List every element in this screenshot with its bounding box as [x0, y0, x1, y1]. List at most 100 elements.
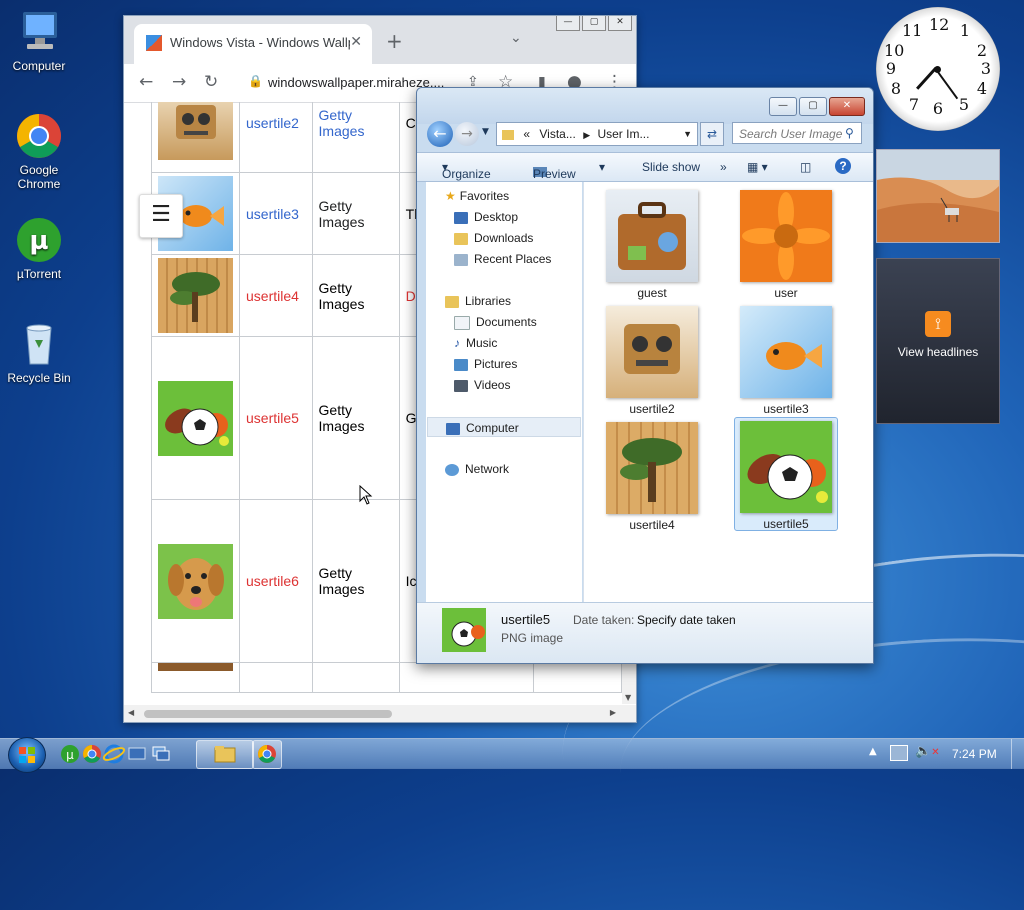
clock-numeral: 9: [885, 59, 897, 78]
slideshow-button[interactable]: Slide show: [642, 160, 700, 174]
search-input[interactable]: Search User Image: [732, 122, 862, 144]
explorer-titlebar[interactable]: — ▢ ✕: [417, 88, 873, 124]
scroll-left-arrow-icon[interactable]: ◀: [128, 708, 134, 717]
file-name: user: [774, 286, 798, 300]
scroll-thumb[interactable]: [144, 710, 392, 718]
nav-item-favorites[interactable]: ★ Favorites: [445, 186, 509, 206]
scroll-down-arrow-icon[interactable]: ▼: [625, 693, 631, 702]
chrome-quicklaunch-icon[interactable]: [80, 741, 104, 765]
address-part-1[interactable]: Vista...: [539, 127, 575, 141]
file-item[interactable]: user: [736, 190, 836, 300]
show-desktop-icon[interactable]: [125, 741, 149, 765]
clock-time[interactable]: 7:24 PM: [952, 747, 997, 761]
details-date-value[interactable]: Specify date taken: [637, 613, 736, 627]
show-hidden-icons-icon[interactable]: ▲: [869, 746, 877, 757]
network-icon: [445, 463, 459, 476]
toc-menu-button[interactable]: ☰: [139, 194, 183, 238]
nav-item-network[interactable]: Network: [445, 459, 509, 479]
source-link[interactable]: Getty Images: [319, 107, 365, 139]
separator-arrow-icon[interactable]: ▶: [583, 130, 590, 140]
file-item[interactable]: guest: [602, 190, 702, 300]
sports-balls-thumbnail[interactable]: [158, 380, 233, 456]
internet-explorer-icon[interactable]: [102, 741, 126, 765]
back-icon[interactable]: ←: [139, 72, 153, 92]
maximize-icon[interactable]: ▢: [582, 16, 606, 31]
new-tab-icon[interactable]: +: [386, 29, 403, 53]
nav-item-pictures[interactable]: Pictures: [454, 354, 517, 374]
preview-pane-icon[interactable]: ◫: [800, 160, 811, 174]
minimize-icon[interactable]: —: [769, 97, 797, 116]
scroll-right-arrow-icon[interactable]: ▶: [610, 708, 616, 717]
network-tray-icon[interactable]: [890, 745, 908, 761]
nav-item-recent-places[interactable]: Recent Places: [454, 249, 551, 269]
search-icon[interactable]: ⚲: [845, 126, 854, 140]
clock-numeral: 7: [908, 95, 920, 114]
chrome-icon: [15, 112, 63, 160]
switch-windows-icon[interactable]: [148, 741, 172, 765]
file-item[interactable]: usertile4: [602, 422, 702, 532]
file-name: usertile2: [629, 402, 675, 416]
forward-icon[interactable]: →: [172, 72, 186, 92]
desktop-icon-recycle-bin[interactable]: Recycle Bin: [1, 320, 77, 385]
view-headlines-link[interactable]: View headlines: [877, 345, 999, 359]
explorer-address-bar[interactable]: « Vista... ▶ User Im... ▼: [496, 122, 698, 146]
more-commands-button[interactable]: »: [720, 160, 727, 174]
nav-item-computer[interactable]: Computer: [427, 417, 581, 437]
name-link[interactable]: usertile3: [246, 206, 299, 222]
file-item[interactable]: usertile2: [602, 306, 702, 416]
views-icon[interactable]: ▦ ▾: [747, 160, 768, 174]
desktop-icon-computer[interactable]: Computer: [1, 8, 77, 73]
name-link[interactable]: usertile2: [246, 115, 299, 131]
explorer-toolbar: Organize ▾ Preview ▾ Slide show » ▦ ▾ ◫ …: [417, 152, 873, 182]
desktop-icon-utorrent[interactable]: µ µTorrent: [1, 216, 77, 281]
refresh-icon[interactable]: ⇄: [700, 122, 724, 146]
browser-tab[interactable]: Windows Vista - Windows Wallp ✕: [134, 24, 372, 64]
nav-item-videos[interactable]: Videos: [454, 375, 510, 395]
nav-item-documents[interactable]: Documents: [454, 312, 537, 332]
maximize-icon[interactable]: ▢: [799, 97, 827, 116]
tab-search-chevron-icon[interactable]: ⌄: [510, 30, 522, 46]
file-item[interactable]: usertile3: [736, 306, 836, 416]
forward-icon[interactable]: →: [455, 122, 479, 146]
name-link[interactable]: usertile6: [246, 573, 299, 589]
address-prefix: «: [523, 127, 531, 141]
taskbar-explorer-button[interactable]: [196, 740, 254, 769]
nav-item-libraries[interactable]: Libraries: [445, 291, 511, 311]
bonsai-thumbnail[interactable]: [158, 258, 233, 333]
taskbar-chrome-button[interactable]: [252, 740, 282, 769]
robot-thumbnail[interactable]: [158, 102, 233, 160]
reload-icon[interactable]: ↻: [204, 72, 218, 92]
desktop-icon-label: Recycle Bin: [7, 371, 71, 385]
name-link[interactable]: usertile4: [246, 288, 299, 304]
horizontal-scrollbar[interactable]: ◀ ▶: [124, 705, 636, 722]
nav-item-desktop[interactable]: Desktop: [454, 207, 518, 227]
volume-muted-tray-icon[interactable]: 🔈✕: [915, 744, 940, 759]
help-icon[interactable]: ?: [835, 158, 851, 174]
rss-icon: ⟟: [925, 311, 951, 337]
address-part-2[interactable]: User Im...: [597, 127, 649, 141]
address-dropdown-icon[interactable]: ▼: [683, 123, 692, 145]
goldfish-image-icon: [740, 306, 832, 398]
desktop-icon-chrome[interactable]: Google Chrome: [1, 112, 77, 191]
thumb-cell: [151, 662, 240, 693]
sports-balls-image-icon: [740, 421, 832, 513]
organize-button[interactable]: Organize ▾: [442, 160, 491, 181]
recent-pages-dropdown-icon[interactable]: ▼: [482, 127, 489, 137]
lock-icon: 🔒: [248, 74, 263, 88]
minimize-icon[interactable]: —: [556, 16, 580, 31]
clock-gadget[interactable]: 12 1 2 3 4 5 6 7 8 9 10 11: [876, 7, 1000, 131]
feed-headlines-gadget[interactable]: ⟟ View headlines: [876, 258, 1000, 424]
nav-item-downloads[interactable]: Downloads: [454, 228, 533, 248]
close-icon[interactable]: ✕: [829, 97, 865, 116]
file-item-selected[interactable]: usertile5: [734, 417, 838, 531]
back-icon[interactable]: ←: [427, 121, 453, 147]
nav-item-music[interactable]: ♪ Music: [454, 333, 497, 353]
dog-thumbnail[interactable]: [158, 543, 233, 619]
utorrent-quicklaunch-icon[interactable]: µ: [58, 741, 82, 765]
close-icon[interactable]: ✕: [608, 16, 632, 31]
name-link[interactable]: usertile5: [246, 410, 299, 426]
preview-dropdown-icon[interactable]: ▾: [599, 160, 605, 174]
slideshow-gadget[interactable]: [876, 149, 1000, 243]
close-tab-icon[interactable]: ✕: [350, 34, 362, 50]
show-desktop-button[interactable]: [1011, 739, 1024, 769]
